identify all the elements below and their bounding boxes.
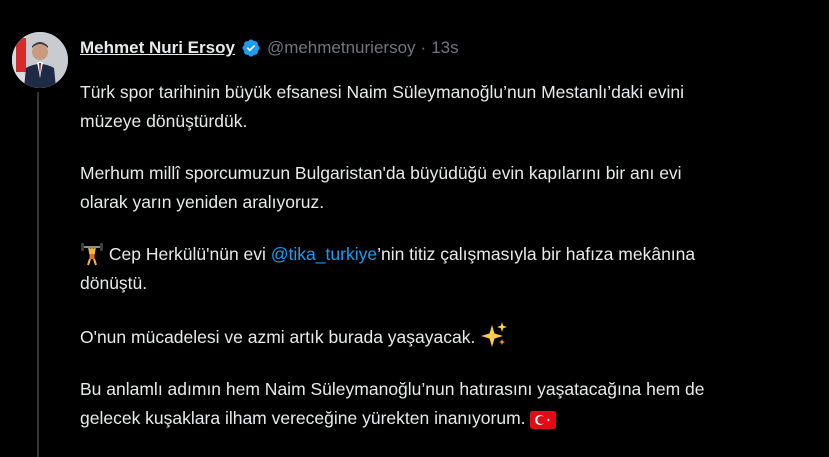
paragraph-5: Bu anlamlı adımın hem Naim Süleymanoğlu’… bbox=[80, 375, 820, 433]
paragraph-1: Türk spor tarihinin büyük efsanesi Naim … bbox=[80, 78, 820, 136]
text-line: müzeye dönüştürdük. bbox=[80, 111, 248, 131]
text-line: gelecek kuşaklara ilham vereceğine yürek… bbox=[80, 404, 820, 433]
text-segment: O'nun mücadelesi ve azmi artık burada ya… bbox=[80, 327, 476, 347]
text-line: Türk spor tarihinin büyük efsanesi Naim … bbox=[80, 82, 685, 102]
text-segment: Cep Herkülü'nün evi bbox=[108, 244, 266, 264]
paragraph-4: O'nun mücadelesi ve azmi artık burada ya… bbox=[80, 321, 820, 352]
thread-connector-line bbox=[37, 92, 39, 457]
text-line: Cep Herkülü'nün evi @tika_turkiye’nin ti… bbox=[80, 240, 820, 269]
tweet-header: Mehmet Nuri Ersoy @mehmetnuriersoy · 13s bbox=[80, 36, 459, 60]
text-line: O'nun mücadelesi ve azmi artık burada ya… bbox=[80, 321, 820, 352]
separator-dot: · bbox=[420, 38, 427, 57]
paragraph-3: Cep Herkülü'nün evi @tika_turkiye’nin ti… bbox=[80, 240, 820, 298]
paragraph-2: Merhum millî sporcumuzun Bulgaristan'da … bbox=[80, 159, 820, 217]
weightlifter-emoji bbox=[80, 242, 104, 266]
avatar[interactable] bbox=[12, 32, 68, 88]
text-line: Merhum millî sporcumuzun Bulgaristan'da … bbox=[80, 163, 682, 183]
text-segment: ’nin titiz çalışmasıyla bir hafıza mekân… bbox=[377, 244, 696, 264]
text-line: Bu anlamlı adımın hem Naim Süleymanoğlu’… bbox=[80, 379, 705, 399]
author-handle[interactable]: @mehmetnuriersoy bbox=[267, 38, 416, 58]
timestamp[interactable]: 13s bbox=[431, 38, 458, 58]
author-name[interactable]: Mehmet Nuri Ersoy bbox=[80, 38, 235, 58]
verified-badge-icon bbox=[241, 38, 261, 58]
mention-link[interactable]: @tika_turkiye bbox=[271, 244, 377, 264]
text-line: dönüştü. bbox=[80, 273, 148, 293]
sparkles-emoji bbox=[480, 321, 508, 349]
text-line: olarak yarın yeniden aralıyoruz. bbox=[80, 192, 325, 212]
tweet-text: Türk spor tarihinin büyük efsanesi Naim … bbox=[80, 78, 820, 456]
turkey-flag-emoji bbox=[530, 410, 557, 430]
text-segment: gelecek kuşaklara ilham vereceğine yürek… bbox=[80, 408, 526, 428]
